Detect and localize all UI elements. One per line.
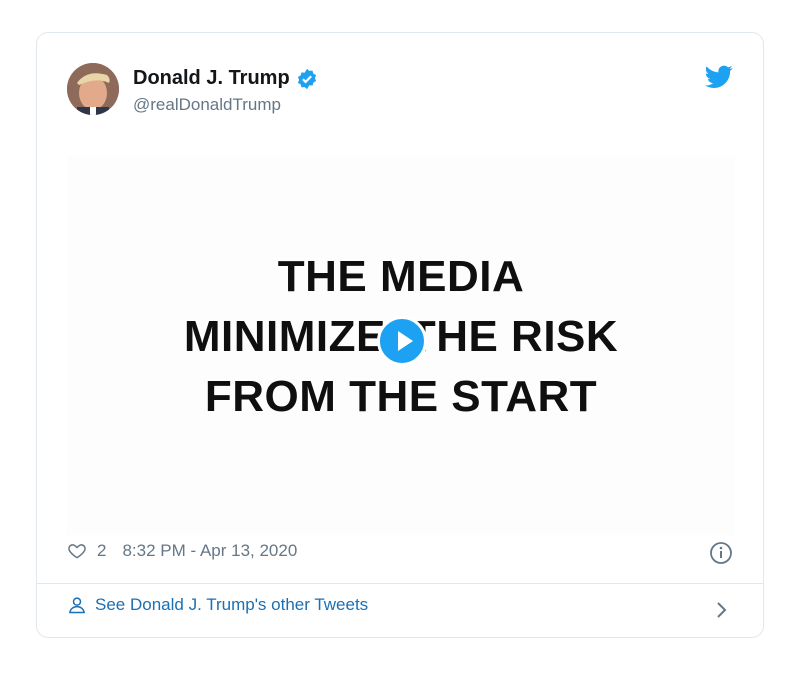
verified-badge-icon [297, 68, 316, 89]
heart-icon[interactable] [67, 541, 87, 561]
author-name-text[interactable]: Donald J. Trump [133, 67, 290, 90]
info-icon[interactable] [709, 541, 733, 565]
play-icon[interactable] [377, 316, 427, 366]
timestamp[interactable]: 8:32 PM - Apr 13, 2020 [122, 541, 297, 561]
twitter-bird-icon[interactable] [705, 65, 733, 89]
person-icon [69, 597, 85, 614]
see-other-tweets-link[interactable]: See Donald J. Trump's other Tweets [67, 595, 368, 615]
tweet-meta: 2 8:32 PM - Apr 13, 2020 [67, 541, 297, 561]
media-line-1: THE MEDIA [277, 252, 525, 301]
divider [37, 583, 763, 584]
media-line-2a: MINIMIZE’ [183, 312, 397, 361]
media-line-2b: THE RISK [408, 312, 619, 361]
chevron-right-icon[interactable] [715, 601, 729, 619]
see-other-tweets-label[interactable]: See Donald J. Trump's other Tweets [95, 595, 368, 615]
tweet-card: Donald J. Trump @realDonaldTrump THE MED… [36, 32, 764, 638]
media-line-3: FROM THE START [204, 372, 598, 421]
avatar[interactable] [67, 63, 119, 115]
author-handle[interactable]: @realDonaldTrump [133, 95, 281, 115]
author-name[interactable]: Donald J. Trump [133, 67, 318, 90]
like-count: 2 [97, 541, 107, 560]
